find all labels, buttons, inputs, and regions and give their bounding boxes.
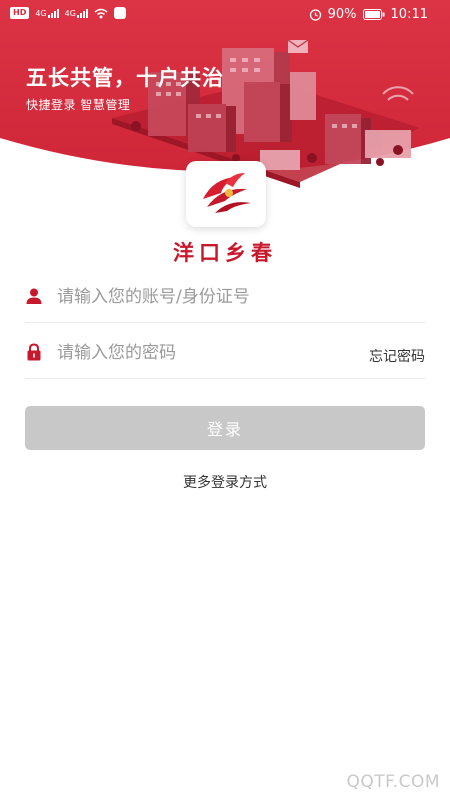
user-icon — [26, 288, 42, 304]
signal-label: 4G — [64, 8, 76, 18]
password-field[interactable]: 忘记密码 — [25, 330, 425, 379]
clock-time: 10:11 — [390, 7, 428, 22]
app-logo — [186, 161, 266, 227]
status-bar: HD 4G 4G 90% 10:11 — [0, 0, 450, 30]
hero-slogan: 五长共管，十户共治 — [26, 66, 224, 90]
alarm-icon — [309, 9, 321, 21]
watermark: QQTF.COM — [346, 772, 440, 792]
signal-label: 4G — [35, 8, 47, 18]
battery-icon — [362, 9, 385, 20]
forgot-password-link[interactable]: 忘记密码 — [369, 346, 425, 366]
wifi-icon — [94, 8, 108, 18]
battery-percent: 90% — [327, 7, 357, 22]
password-input[interactable] — [57, 339, 357, 367]
signal-icon: 4G — [64, 8, 88, 18]
app-name: 洋口乡春 — [173, 240, 277, 265]
app-logo-icon — [203, 173, 251, 213]
message-icon — [113, 7, 126, 19]
lock-icon — [27, 343, 41, 361]
hd-badge: HD — [10, 7, 30, 19]
account-field[interactable] — [25, 274, 425, 323]
more-login-options-link[interactable]: 更多登录方式 — [0, 472, 450, 492]
login-button[interactable]: 登录 — [25, 406, 425, 450]
hero-tagline: 快捷登录 智慧管理 — [26, 98, 131, 112]
account-input[interactable] — [57, 283, 357, 311]
signal-icon: 4G — [35, 8, 59, 18]
